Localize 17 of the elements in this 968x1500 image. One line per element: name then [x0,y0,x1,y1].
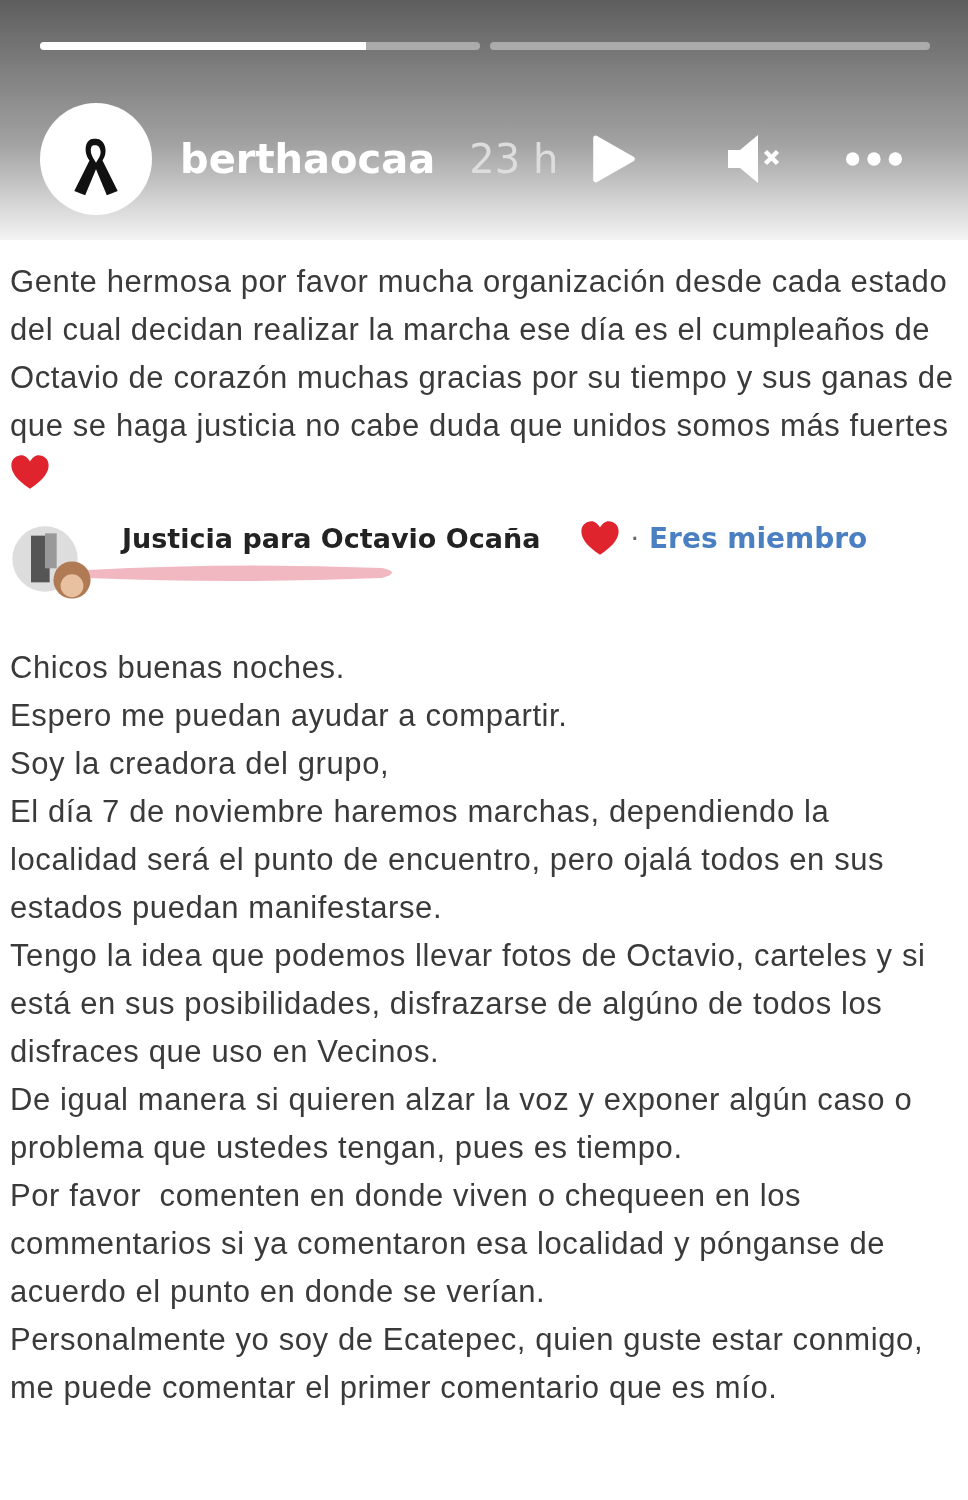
heart-icon [580,520,621,556]
post-text: Chicos buenas noches. [10,649,346,687]
user-avatar [52,560,92,600]
caption-text: Gente hermosa por favor mucha organización desde cada estado del cual decidan realizar la marcha ese día es el cumpleaños de Octavio de corazón muchas gracias por su tiempo y sus ganas de que se haga justicia no cabe duda que unidos somos más fuertes [10,258,958,498]
post-text: Soy la creadora del grupo, [10,745,391,783]
post-text: Por favor comenten en donde viven o chequeen en los commentarios si ya comentaron esa localidad y pónganse de acuerdo el punto en donde se verían. [10,1177,887,1311]
timestamp: 23 h [469,136,559,182]
group-name[interactable]: Justicia para Octavio Ocaña [122,522,541,554]
separator-dot: · [630,522,639,554]
post-text: Tengo la idea que podemos llevar fotos de Octavio, carteles y si está en sus posibilidades, disfrazarse de algúno de todos los disfraces que uso en Vecinos. [10,937,927,1071]
post-text: El día 7 de noviembre haremos marchas, dependiendo la localidad será el punto de encuentro, pero ojalá todos en sus estados puedan manifestarse. [10,793,886,927]
post-text: Personalmente yo soy de Ecatepec, quien guste estar conmigo, me puede comentar el primer comentario que es mío. [10,1321,925,1407]
membership-label: Eres miembro [648,521,868,555]
post-text: De igual manera si quieren alzar la voz y exponer algún caso o problema que ustedes tengan, pues es tiempo. [10,1081,914,1167]
more-icon[interactable] [844,151,905,167]
heart-icon [10,454,50,490]
post-text: Espero me puedan ayudar a compartir. [10,697,569,735]
